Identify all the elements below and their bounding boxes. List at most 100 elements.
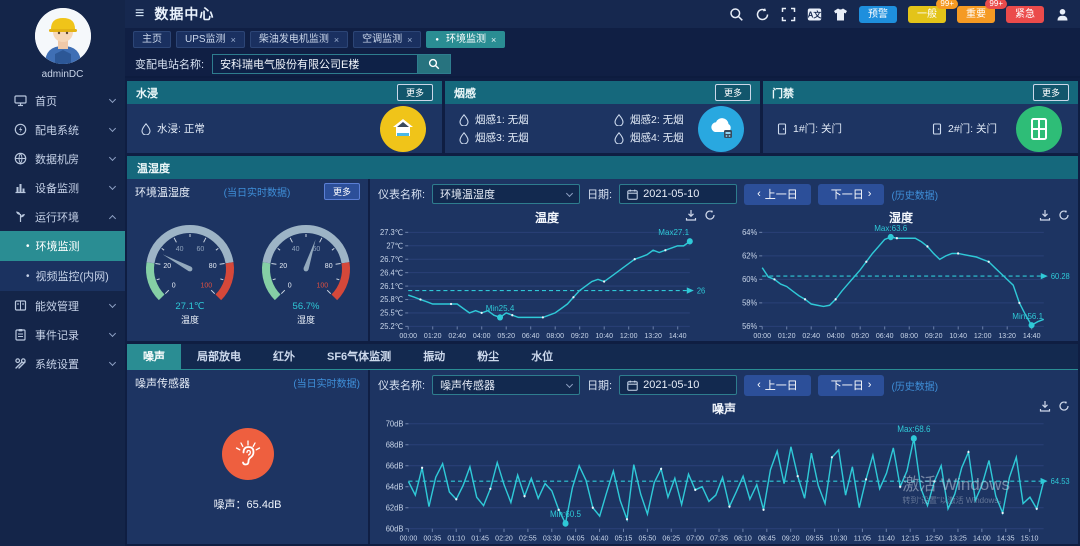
tab-environment-monitor[interactable]: 环境监测× — [426, 31, 505, 48]
history-data-link[interactable]: (历史数据) — [891, 378, 938, 393]
sidebar-item-home[interactable]: 首页 — [0, 86, 125, 115]
warn-button[interactable]: 预警 — [859, 6, 897, 23]
tab-dust[interactable]: 粉尘 — [461, 344, 515, 369]
meter-select[interactable]: 环境温湿度 — [432, 184, 580, 204]
sidebar-item-environment-monitor[interactable]: 环境监测 — [0, 231, 125, 261]
fullscreen-icon[interactable] — [781, 7, 796, 22]
svg-text:68dB: 68dB — [386, 440, 404, 449]
energy-icon — [14, 299, 27, 312]
sidebar-item-video-monitor[interactable]: 视频监控(内网) — [0, 261, 125, 291]
hamburger-menu-icon[interactable]: ≡ — [135, 6, 144, 22]
svg-text:56.7%: 56.7% — [292, 301, 319, 312]
tab-water-level[interactable]: 水位 — [515, 344, 569, 369]
language-icon[interactable]: A文 — [807, 7, 822, 22]
sidebar-item-energy[interactable]: 能效管理 — [0, 291, 125, 320]
sensor-tabs: 噪声 局部放电 红外 SF6气体监测 振动 粉尘 水位 — [127, 344, 1078, 370]
humidity-gauge: 02040608010056.7%湿度 — [248, 212, 364, 334]
noise-chart-pane: 仪表名称: 噪声传感器 日期: 2021-05-10 ‹ 上一日 下一日 › (… — [370, 370, 1078, 544]
ear-noise-icon — [233, 439, 263, 469]
alarm-general-button[interactable]: 一般99+ — [908, 6, 946, 23]
door-more-button[interactable]: 更多 — [1033, 84, 1069, 101]
svg-text:27.3℃: 27.3℃ — [380, 228, 403, 237]
refresh-icon[interactable] — [704, 209, 716, 221]
meter-select[interactable]: 噪声传感器 — [432, 375, 580, 395]
avatar[interactable] — [35, 8, 91, 64]
svg-text:01:20: 01:20 — [778, 332, 796, 340]
next-day-button[interactable]: 下一日 › — [818, 375, 885, 396]
tab-infrared[interactable]: 红外 — [257, 344, 311, 369]
svg-text:02:40: 02:40 — [802, 332, 820, 340]
prev-day-button[interactable]: ‹ 上一日 — [744, 375, 811, 396]
svg-text:Min:56.1: Min:56.1 — [1012, 312, 1043, 321]
droplet-icon — [459, 114, 469, 126]
username: adminDC — [0, 69, 125, 80]
noise-controls: 仪表名称: 噪声传感器 日期: 2021-05-10 ‹ 上一日 下一日 › (… — [370, 370, 1078, 400]
sidebar-item-events[interactable]: 事件记录 — [0, 320, 125, 349]
tab-ups-monitor[interactable]: UPS监测× — [176, 31, 245, 48]
tab-vibration[interactable]: 振动 — [407, 344, 461, 369]
refresh-icon[interactable] — [1058, 209, 1070, 221]
svg-text:26: 26 — [697, 286, 705, 295]
sidebar-item-device-monitor[interactable]: 设备监测 — [0, 173, 125, 202]
search-icon[interactable] — [729, 7, 744, 22]
door-badge — [1016, 106, 1062, 152]
svg-text:26.4℃: 26.4℃ — [380, 268, 403, 277]
tab-partial-discharge[interactable]: 局部放电 — [181, 344, 257, 369]
temp-humidity-charts-pane: 仪表名称: 环境温湿度 日期: 2021-05-10 ‹ 上一日 下一日 › (… — [370, 179, 1078, 341]
humidity-chart-title: 湿度 — [724, 209, 1078, 224]
close-icon[interactable]: × — [491, 32, 496, 48]
svg-text:05:50: 05:50 — [639, 533, 657, 542]
svg-text:04:05: 04:05 — [567, 533, 585, 542]
chevron-down-icon — [566, 380, 573, 387]
svg-text:Max27.1: Max27.1 — [658, 228, 689, 237]
svg-text:62%: 62% — [742, 251, 757, 260]
sidebar-item-settings[interactable]: 系统设置 — [0, 349, 125, 378]
sidebar-item-environment[interactable]: 运行环境 — [0, 202, 125, 231]
tab-home[interactable]: 主页 — [133, 31, 171, 48]
download-icon[interactable] — [685, 209, 697, 221]
gauge-subtitle: 环境温湿度 — [135, 184, 190, 200]
temp-humidity-more-button[interactable]: 更多 — [324, 183, 360, 200]
svg-text:04:00: 04:00 — [473, 332, 491, 340]
date-picker[interactable]: 2021-05-10 — [619, 184, 737, 204]
event-log-icon — [14, 328, 27, 341]
tab-sf6-gas[interactable]: SF6气体监测 — [311, 344, 407, 369]
refresh-icon[interactable] — [1058, 400, 1070, 412]
close-icon[interactable]: × — [407, 32, 412, 48]
download-icon[interactable] — [1039, 400, 1051, 412]
svg-text:12:15: 12:15 — [901, 533, 919, 542]
download-icon[interactable] — [1039, 209, 1051, 221]
svg-text:0: 0 — [171, 282, 175, 289]
alarm-important-button[interactable]: 重要99+ — [957, 6, 995, 23]
sidebar-item-data-room[interactable]: 数据机房 — [0, 144, 125, 173]
tab-noise[interactable]: 噪声 — [127, 344, 181, 369]
svg-text:09:20: 09:20 — [571, 332, 589, 340]
temperature-chart-block: 温度 27.3℃27℃26.7℃26.4℃26.1℃25.8℃25.5℃25.2… — [370, 209, 724, 341]
history-data-link[interactable]: (历史数据) — [891, 187, 938, 202]
water-more-button[interactable]: 更多 — [397, 84, 433, 101]
door-status-item: 1#门: 关门 — [777, 121, 922, 136]
prev-day-button[interactable]: ‹ 上一日 — [744, 184, 811, 205]
svg-text:09:55: 09:55 — [806, 533, 824, 542]
station-search-input[interactable] — [212, 54, 417, 74]
tab-hvac-monitor[interactable]: 空调监测× — [353, 31, 421, 48]
realtime-label: (当日实时数据) — [224, 184, 291, 199]
close-icon[interactable]: × — [334, 32, 339, 48]
station-search-button[interactable] — [417, 54, 451, 74]
date-picker[interactable]: 2021-05-10 — [619, 375, 737, 395]
realtime-label: (当日实时数据) — [293, 375, 360, 390]
user-icon[interactable] — [1055, 7, 1070, 22]
calendar-icon — [627, 189, 638, 200]
sidebar-item-power-system[interactable]: 配电系统 — [0, 115, 125, 144]
tab-diesel-monitor[interactable]: 柴油发电机监测× — [250, 31, 348, 48]
svg-text:02:40: 02:40 — [448, 332, 466, 340]
alarm-urgent-button[interactable]: 紧急 — [1006, 6, 1044, 23]
theme-icon[interactable] — [833, 7, 848, 22]
chevron-down-icon — [109, 125, 116, 132]
smoke-more-button[interactable]: 更多 — [715, 84, 751, 101]
refresh-icon[interactable] — [755, 7, 770, 22]
dashboard-content: 水浸 更多 水浸: 正常 烟感 更多 — [125, 78, 1080, 546]
close-icon[interactable]: × — [231, 32, 236, 48]
next-day-button[interactable]: 下一日 › — [818, 184, 885, 205]
door-icon — [932, 123, 942, 135]
